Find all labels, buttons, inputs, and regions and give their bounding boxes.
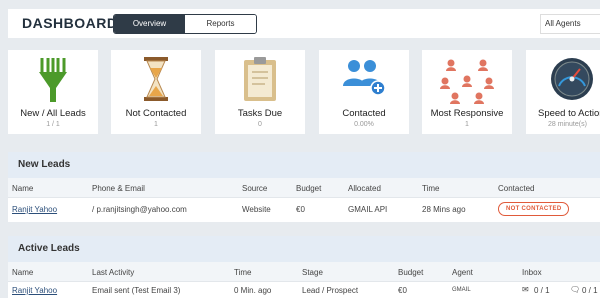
card-value: 1 / 1 [46,121,60,128]
view-tabs: Overview Reports [113,14,257,34]
active-leads-panel: Active Leads Name Last Activity Time Sta… [8,236,600,298]
col-budget: Budget [296,184,322,193]
lead-contact: / p.ranjitsingh@yahoo.com [92,205,187,214]
inbox-chat-count: 0 / 1 [582,286,598,295]
status-badge[interactable]: NOT CONTACTED [498,202,570,216]
lead-budget: €0 [398,286,407,295]
card-title: Not Contacted [125,108,187,119]
card-title: Contacted [342,108,386,119]
card-not-contacted[interactable]: Not Contacted 1 [111,50,201,134]
table-row[interactable]: Ranjit Yahoo Email sent (Test Email 3) 0… [8,282,600,298]
col-contacted: Contacted [498,184,535,193]
card-value: 1 [154,121,158,128]
page-title: DASHBOARD [22,15,118,31]
users-plus-icon [343,60,386,96]
tab-overview[interactable]: Overview [114,15,185,33]
card-tasks-due[interactable]: Tasks Due 0 [215,50,305,134]
agent-filter-select[interactable]: All Agents [540,14,600,34]
chat-icon[interactable]: 🗨 [570,285,580,294]
lead-name-link[interactable]: Ranjit Yahoo [12,205,57,214]
col-phone-email: Phone & Email [92,184,145,193]
lead-last-activity: Email sent (Test Email 3) [92,286,181,295]
new-leads-table-header: Name Phone & Email Source Budget Allocat… [8,178,600,198]
new-leads-heading: New Leads [8,152,600,178]
card-value: 1 [465,121,469,128]
lead-budget: €0 [296,205,305,214]
inbox-mail-count: 0 / 1 [534,286,550,295]
col-time: Time [422,184,440,193]
funnel-icon [39,58,67,102]
lead-stage: Lead / Prospect [302,286,359,295]
col-time: Time [234,268,252,277]
mail-icon[interactable]: ✉ [522,285,529,294]
top-bar: DASHBOARD Overview Reports All Agents [8,9,600,38]
col-budget: Budget [398,268,424,277]
card-contacted[interactable]: Contacted 0.00% [319,50,409,134]
col-stage: Stage [302,268,323,277]
col-source: Source [242,184,268,193]
lead-agent: GMAIL [452,287,471,293]
lead-time: 28 Mins ago [422,205,466,214]
lead-source: Website [242,205,271,214]
card-value: 28 minute(s) [548,121,587,128]
card-value: 0.00% [354,121,374,128]
col-agent: Agent [452,268,473,277]
new-leads-panel: New Leads Name Phone & Email Source Budg… [8,152,600,222]
card-title: Tasks Due [237,108,283,119]
team-network-icon [440,59,494,104]
card-title: New / All Leads [20,108,86,119]
lead-time: 0 Min. ago [234,286,272,295]
card-most-responsive[interactable]: Most Responsive 1 [422,50,512,134]
col-name: Name [12,268,34,277]
card-new-all-leads[interactable]: New / All Leads 1 / 1 [8,50,98,134]
hourglass-icon [144,57,168,101]
card-speed-to-action[interactable]: Speed to Action 28 minute(s) [526,50,600,134]
tab-reports[interactable]: Reports [185,15,256,33]
col-name: Name [12,184,34,193]
table-row[interactable]: Ranjit Yahoo / p.ranjitsingh@yahoo.com W… [8,198,600,220]
active-leads-table-header: Name Last Activity Time Stage Budget Age… [8,262,600,282]
col-inbox: Inbox [522,268,542,277]
col-allocated: Allocated [348,184,381,193]
card-title: Most Responsive [430,108,504,119]
lead-name-link[interactable]: Ranjit Yahoo [12,286,57,295]
col-last-activity: Last Activity [92,268,135,277]
lead-allocated: GMAIL API [348,205,388,214]
speedometer-icon [551,58,593,100]
card-value: 0 [258,121,262,128]
card-title: Speed to Action [538,108,600,119]
active-leads-heading: Active Leads [8,236,600,262]
clipboard-icon [244,57,276,101]
